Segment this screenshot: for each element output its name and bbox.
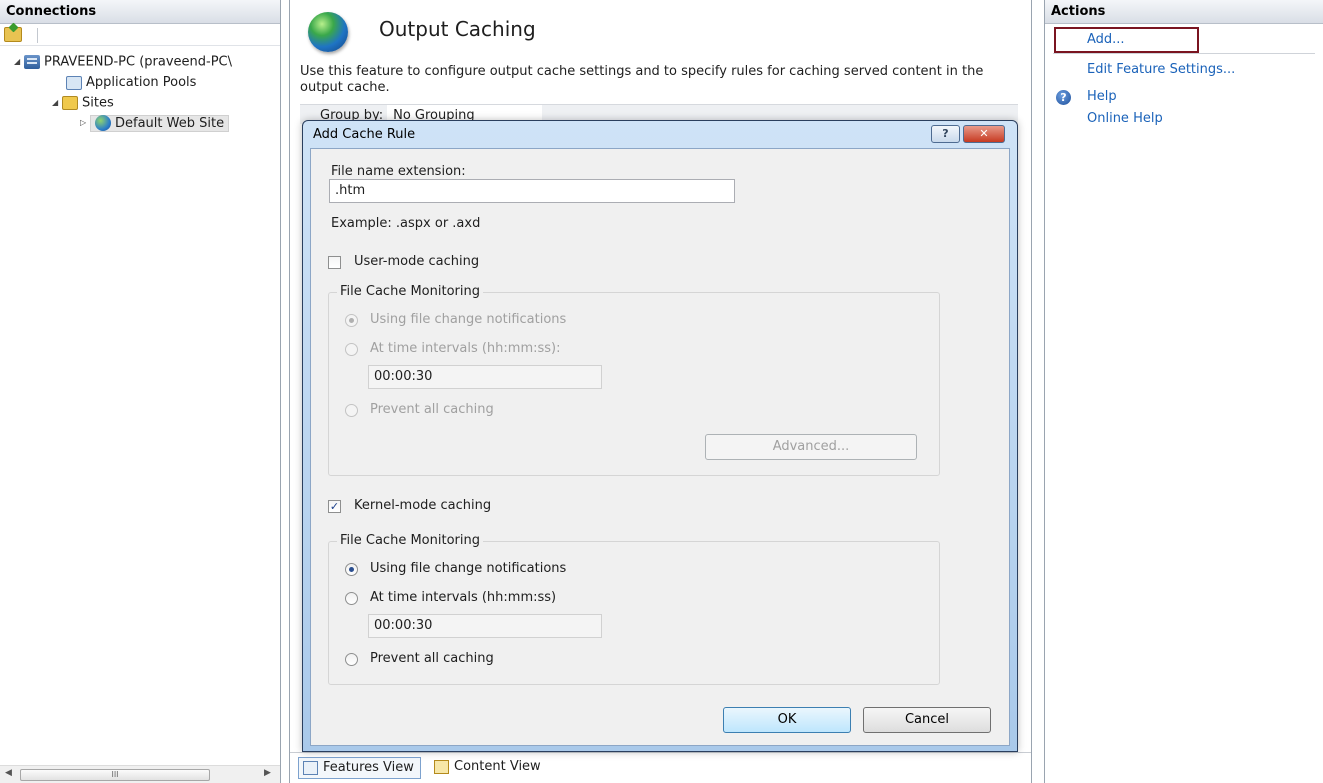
user-mode-notifications-label: Using file change notifications <box>370 312 567 327</box>
tab-content-label: Content View <box>454 759 541 774</box>
dialog-help-button[interactable]: ? <box>931 125 960 143</box>
page-title: Output Caching <box>379 17 536 41</box>
add-cache-rule-dialog: Add Cache Rule ? ✕ File name extension: … <box>302 120 1018 752</box>
file-extension-input[interactable]: .htm <box>329 179 735 203</box>
tab-content-view[interactable]: Content View <box>430 757 547 779</box>
file-extension-label: File name extension: <box>331 164 466 179</box>
actions-header: Actions <box>1045 0 1323 24</box>
kernel-mode-notifications-label: Using file change notifications <box>370 561 567 576</box>
kernel-mode-intervals-label: At time intervals (hh:mm:ss) <box>370 590 557 605</box>
server-icon <box>24 55 40 69</box>
content-view-icon <box>434 760 449 774</box>
dialog-close-button[interactable]: ✕ <box>963 125 1005 143</box>
user-mode-caching-checkbox[interactable] <box>328 256 341 269</box>
sites-folder-icon <box>62 96 78 110</box>
connections-toolbar <box>0 24 280 46</box>
collapse-arrow-icon[interactable]: ◢ <box>52 94 62 112</box>
connections-header: Connections <box>0 0 280 24</box>
dialog-titlebar[interactable]: Add Cache Rule ? ✕ <box>310 121 1010 148</box>
kernel-mode-intervals-radio[interactable] <box>345 592 358 605</box>
user-mode-notifications-radio[interactable] <box>345 314 358 327</box>
user-mode-interval-input[interactable]: 00:00:30 <box>368 365 602 389</box>
kernel-mode-prevent-radio[interactable] <box>345 653 358 666</box>
dialog-title: Add Cache Rule <box>313 127 416 142</box>
kernel-mode-caching-label: Kernel-mode caching <box>354 498 492 513</box>
edit-feature-settings-link[interactable]: Edit Feature Settings... <box>1087 62 1235 77</box>
tree-node-sites[interactable]: ◢ Sites <box>52 94 114 112</box>
tree-node-default-site-label: Default Web Site <box>115 115 225 131</box>
file-extension-example: Example: .aspx or .axd <box>331 216 481 231</box>
add-action-link[interactable]: Add... <box>1087 32 1125 47</box>
application-pools-icon <box>66 75 82 90</box>
actions-divider <box>1053 53 1315 54</box>
tab-features-view[interactable]: Features View <box>298 757 421 779</box>
website-globe-icon <box>95 115 111 131</box>
kernel-mode-prevent-label: Prevent all caching <box>370 651 494 666</box>
kernel-mode-group-label: File Cache Monitoring <box>337 533 483 548</box>
user-mode-prevent-label: Prevent all caching <box>370 402 494 417</box>
ok-button[interactable]: OK <box>723 707 851 733</box>
user-mode-file-cache-monitoring-group: File Cache Monitoring Using file change … <box>328 284 940 476</box>
feature-description: Use this feature to configure output cac… <box>300 64 984 95</box>
toolbar-separator <box>37 28 38 43</box>
kernel-mode-notifications-radio[interactable] <box>345 563 358 576</box>
kernel-mode-caching-checkbox[interactable]: ✓ <box>328 500 341 513</box>
user-mode-intervals-label: At time intervals (hh:mm:ss): <box>370 341 561 356</box>
kernel-mode-interval-input[interactable]: 00:00:30 <box>368 614 602 638</box>
user-mode-prevent-radio[interactable] <box>345 404 358 417</box>
features-view-icon <box>303 761 318 775</box>
view-tabs: Features View Content View <box>290 752 1031 783</box>
help-icon: ? <box>1056 90 1071 105</box>
scroll-left-arrow-icon[interactable]: ◀ <box>5 768 12 778</box>
kernel-mode-file-cache-monitoring-group: File Cache Monitoring Using file change … <box>328 533 940 685</box>
tab-features-label: Features View <box>323 760 414 775</box>
tree-node-sites-label: Sites <box>82 95 114 111</box>
create-connection-icon[interactable] <box>4 27 22 42</box>
tree-node-app-pools-label: Application Pools <box>86 75 197 90</box>
help-link[interactable]: Help <box>1087 89 1117 104</box>
tree-node-server[interactable]: ◢ PRAVEEND-PC (praveend-PC\ <box>14 53 232 71</box>
tree-node-default-web-site[interactable]: ▷ Default Web Site <box>80 114 230 132</box>
tree-node-application-pools[interactable]: Application Pools <box>66 74 196 92</box>
user-mode-group-label: File Cache Monitoring <box>337 284 483 299</box>
scroll-right-arrow-icon[interactable]: ▶ <box>264 768 271 778</box>
horizontal-scrollbar[interactable]: ◀ III ▶ <box>0 765 280 783</box>
user-mode-intervals-radio[interactable] <box>345 343 358 356</box>
output-caching-globe-icon <box>308 12 348 52</box>
scrollbar-thumb[interactable]: III <box>20 769 210 781</box>
expand-arrow-icon[interactable]: ▷ <box>80 114 90 132</box>
online-help-link[interactable]: Online Help <box>1087 111 1163 126</box>
cancel-button[interactable]: Cancel <box>863 707 991 733</box>
actions-pane: Actions Add... Edit Feature Settings... … <box>1044 0 1323 783</box>
advanced-button[interactable]: Advanced... <box>705 434 917 460</box>
dialog-body: File name extension: .htm Example: .aspx… <box>310 148 1010 746</box>
user-mode-caching-label: User-mode caching <box>354 254 480 269</box>
add-action-highlight <box>1054 27 1199 53</box>
collapse-arrow-icon[interactable]: ◢ <box>14 53 24 71</box>
connections-pane: Connections ◢ PRAVEEND-PC (praveend-PC\ A… <box>0 0 281 783</box>
tree-node-server-label: PRAVEEND-PC (praveend-PC\ <box>44 54 233 70</box>
